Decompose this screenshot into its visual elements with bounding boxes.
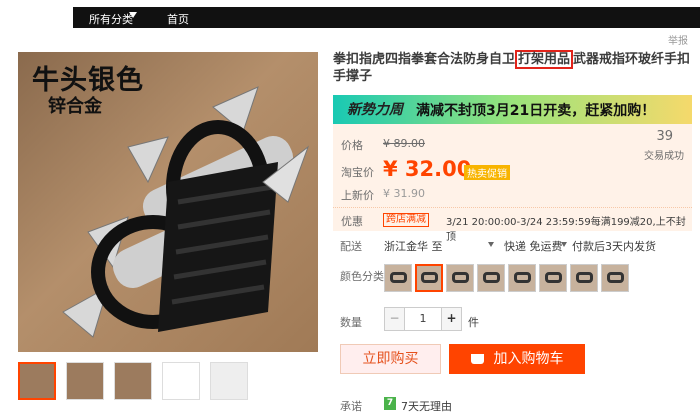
new-price-label: 上新价 xyxy=(341,189,374,202)
shipping-label: 配送 xyxy=(340,240,362,253)
shipping-fee: 快递 免运费 xyxy=(504,240,563,253)
product-title-part1: 拳扣指虎四指拳套合法防身自卫 xyxy=(333,52,516,67)
color-option[interactable] xyxy=(446,264,474,292)
banner-text: 满减不封顶3月21日开卖，赶紧加购！ xyxy=(416,103,656,119)
shipping-origin: 浙江金华 至 xyxy=(384,240,443,253)
destination-dropdown-icon[interactable] xyxy=(488,242,494,247)
add-to-cart-button[interactable]: 加入购物车 xyxy=(449,344,585,374)
product-title: 拳扣指虎四指拳套合法防身自卫 打架用品 武器戒指环玻纤手扣手撑子 xyxy=(333,50,693,85)
color-option[interactable] xyxy=(477,264,505,292)
quantity-stepper: − 1 + xyxy=(384,307,462,331)
quantity-label: 数量 xyxy=(340,316,362,329)
taobao-price-label: 淘宝价 xyxy=(341,166,374,179)
color-option[interactable] xyxy=(539,264,567,292)
banner-logo: 新势力周 xyxy=(347,102,403,118)
title-highlight-box: 打架用品 xyxy=(515,50,574,69)
report-link[interactable]: 举报 xyxy=(668,32,688,47)
top-nav-bar: 所有分类 首页 xyxy=(73,7,700,28)
price-label: 价格 xyxy=(341,139,363,152)
delivery-time: 付款后3天内发货 xyxy=(572,240,656,253)
buy-now-button[interactable]: 立即购买 xyxy=(340,344,441,374)
home-link[interactable]: 首页 xyxy=(167,11,189,27)
color-option[interactable] xyxy=(570,264,598,292)
seven-day-return-icon: 7 xyxy=(384,397,396,410)
image-title-line2: 锌合金 xyxy=(48,96,102,117)
color-option-selected[interactable] xyxy=(415,264,443,292)
shipping-method-dropdown-icon[interactable] xyxy=(561,242,567,247)
discount-tag[interactable]: 跨店满减 xyxy=(383,213,429,227)
sales-label: 交易成功 xyxy=(644,151,684,162)
new-price: ¥ 31.90 xyxy=(383,187,425,200)
color-option[interactable] xyxy=(601,264,629,292)
discount-label: 优惠 xyxy=(341,215,363,228)
caret-down-icon xyxy=(129,12,137,18)
all-categories-menu[interactable]: 所有分类 xyxy=(89,11,133,27)
thumbnail-4[interactable] xyxy=(162,362,200,400)
cart-icon xyxy=(470,354,484,364)
promo-tag: 热卖促销 xyxy=(464,165,510,180)
promo-banner[interactable]: 新势力周 满减不封顶3月21日开卖，赶紧加购！ xyxy=(333,95,692,124)
color-option[interactable] xyxy=(508,264,536,292)
quantity-minus-button[interactable]: − xyxy=(385,308,405,330)
thumbnail-1[interactable] xyxy=(18,362,56,400)
price-box: 价格 ¥ 89.00 淘宝价 ¥ 32.00 热卖促销 上新价 ¥ 31.90 … xyxy=(333,124,692,207)
thumbnail-2[interactable] xyxy=(66,362,104,400)
thumbnail-5[interactable] xyxy=(210,362,248,400)
color-label: 颜色分类 xyxy=(340,270,384,283)
discount-row: 优惠 跨店满减 3/21 20:00:00-3/24 23:59:59每满199… xyxy=(333,207,692,243)
original-price: ¥ 89.00 xyxy=(383,137,425,150)
quantity-unit: 件 xyxy=(468,316,479,329)
quantity-plus-button[interactable]: + xyxy=(441,308,461,330)
quantity-input[interactable]: 1 xyxy=(405,308,441,330)
sales-count: 39 xyxy=(656,129,673,144)
color-option[interactable] xyxy=(384,264,412,292)
add-to-cart-label: 加入购物车 xyxy=(493,351,564,367)
thumbnail-3[interactable] xyxy=(114,362,152,400)
promise-label: 承诺 xyxy=(340,400,362,413)
promise-text[interactable]: 7天无理由 xyxy=(401,398,452,414)
main-product-image: 牛头银色 锌合金 xyxy=(18,52,318,352)
current-price: ¥ 32.00 xyxy=(383,157,472,181)
